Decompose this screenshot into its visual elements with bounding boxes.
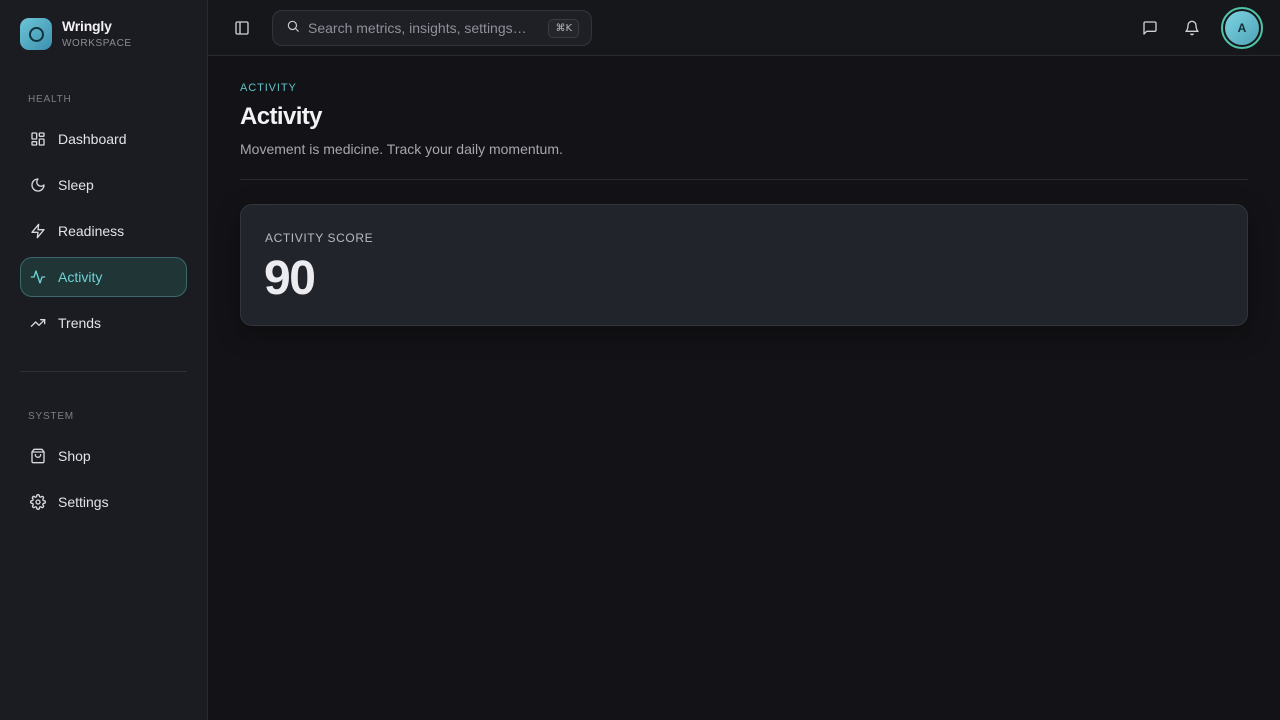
shortcut-hint: ⌘K bbox=[548, 19, 579, 38]
sidebar-item-label: Sleep bbox=[58, 177, 94, 193]
panel-left-icon bbox=[235, 21, 249, 35]
brand-subtitle: WORKSPACE bbox=[62, 38, 132, 49]
sidebar-item-label: Activity bbox=[58, 269, 103, 285]
message-icon bbox=[1143, 21, 1157, 35]
sidebar-item-activity[interactable]: Activity bbox=[20, 257, 187, 297]
sidebar-toggle-button[interactable] bbox=[228, 14, 256, 42]
sidebar-item-label: Settings bbox=[58, 494, 109, 510]
sidebar-divider bbox=[20, 371, 187, 372]
sidebar: Wringly WORKSPACE HEALTH Dashboard Sleep… bbox=[0, 0, 208, 720]
brand-name: Wringly bbox=[62, 18, 112, 34]
page-title: Activity bbox=[240, 103, 323, 130]
brand[interactable]: Wringly WORKSPACE bbox=[20, 17, 132, 51]
sidebar-item-shop[interactable]: Shop bbox=[20, 436, 187, 476]
moon-icon bbox=[30, 177, 46, 193]
search-icon bbox=[286, 19, 300, 38]
lightning-icon bbox=[30, 223, 46, 239]
breadcrumb: ACTIVITY bbox=[240, 82, 297, 94]
sidebar-item-label: Trends bbox=[58, 315, 102, 331]
brand-logo bbox=[20, 18, 52, 50]
messages-button[interactable] bbox=[1136, 14, 1164, 42]
bell-icon bbox=[1185, 20, 1199, 36]
avatar[interactable]: A bbox=[1221, 7, 1263, 49]
dashboard-icon bbox=[30, 131, 46, 147]
sidebar-item-dashboard[interactable]: Dashboard bbox=[20, 119, 187, 159]
page-subtitle: Movement is medicine. Track your daily m… bbox=[240, 141, 563, 157]
sidebar-item-settings[interactable]: Settings bbox=[20, 482, 187, 522]
score-value: 90 bbox=[264, 252, 316, 305]
header-divider bbox=[240, 179, 1248, 180]
sidebar-item-readiness[interactable]: Readiness bbox=[20, 211, 187, 251]
avatar-initial: A bbox=[1225, 11, 1259, 45]
sidebar-item-trends[interactable]: Trends bbox=[20, 303, 187, 343]
sidebar-item-label: Shop bbox=[58, 448, 91, 464]
shopping-bag-icon bbox=[30, 448, 46, 464]
notifications-button[interactable] bbox=[1178, 14, 1206, 42]
activity-icon bbox=[30, 269, 46, 285]
search-bar[interactable]: ⌘K bbox=[272, 10, 592, 46]
section-label-health: HEALTH bbox=[28, 94, 72, 105]
activity-score-card: ACTIVITY SCORE 90 bbox=[240, 204, 1248, 326]
section-label-system: SYSTEM bbox=[28, 411, 74, 422]
sidebar-item-sleep[interactable]: Sleep bbox=[20, 165, 187, 205]
gear-icon bbox=[30, 494, 46, 510]
topbar: ⌘K A bbox=[208, 0, 1280, 56]
sidebar-item-label: Dashboard bbox=[58, 131, 127, 147]
score-label: ACTIVITY SCORE bbox=[265, 231, 374, 245]
sidebar-item-label: Readiness bbox=[58, 223, 125, 239]
search-input[interactable] bbox=[308, 20, 538, 36]
trending-up-icon bbox=[30, 315, 46, 331]
